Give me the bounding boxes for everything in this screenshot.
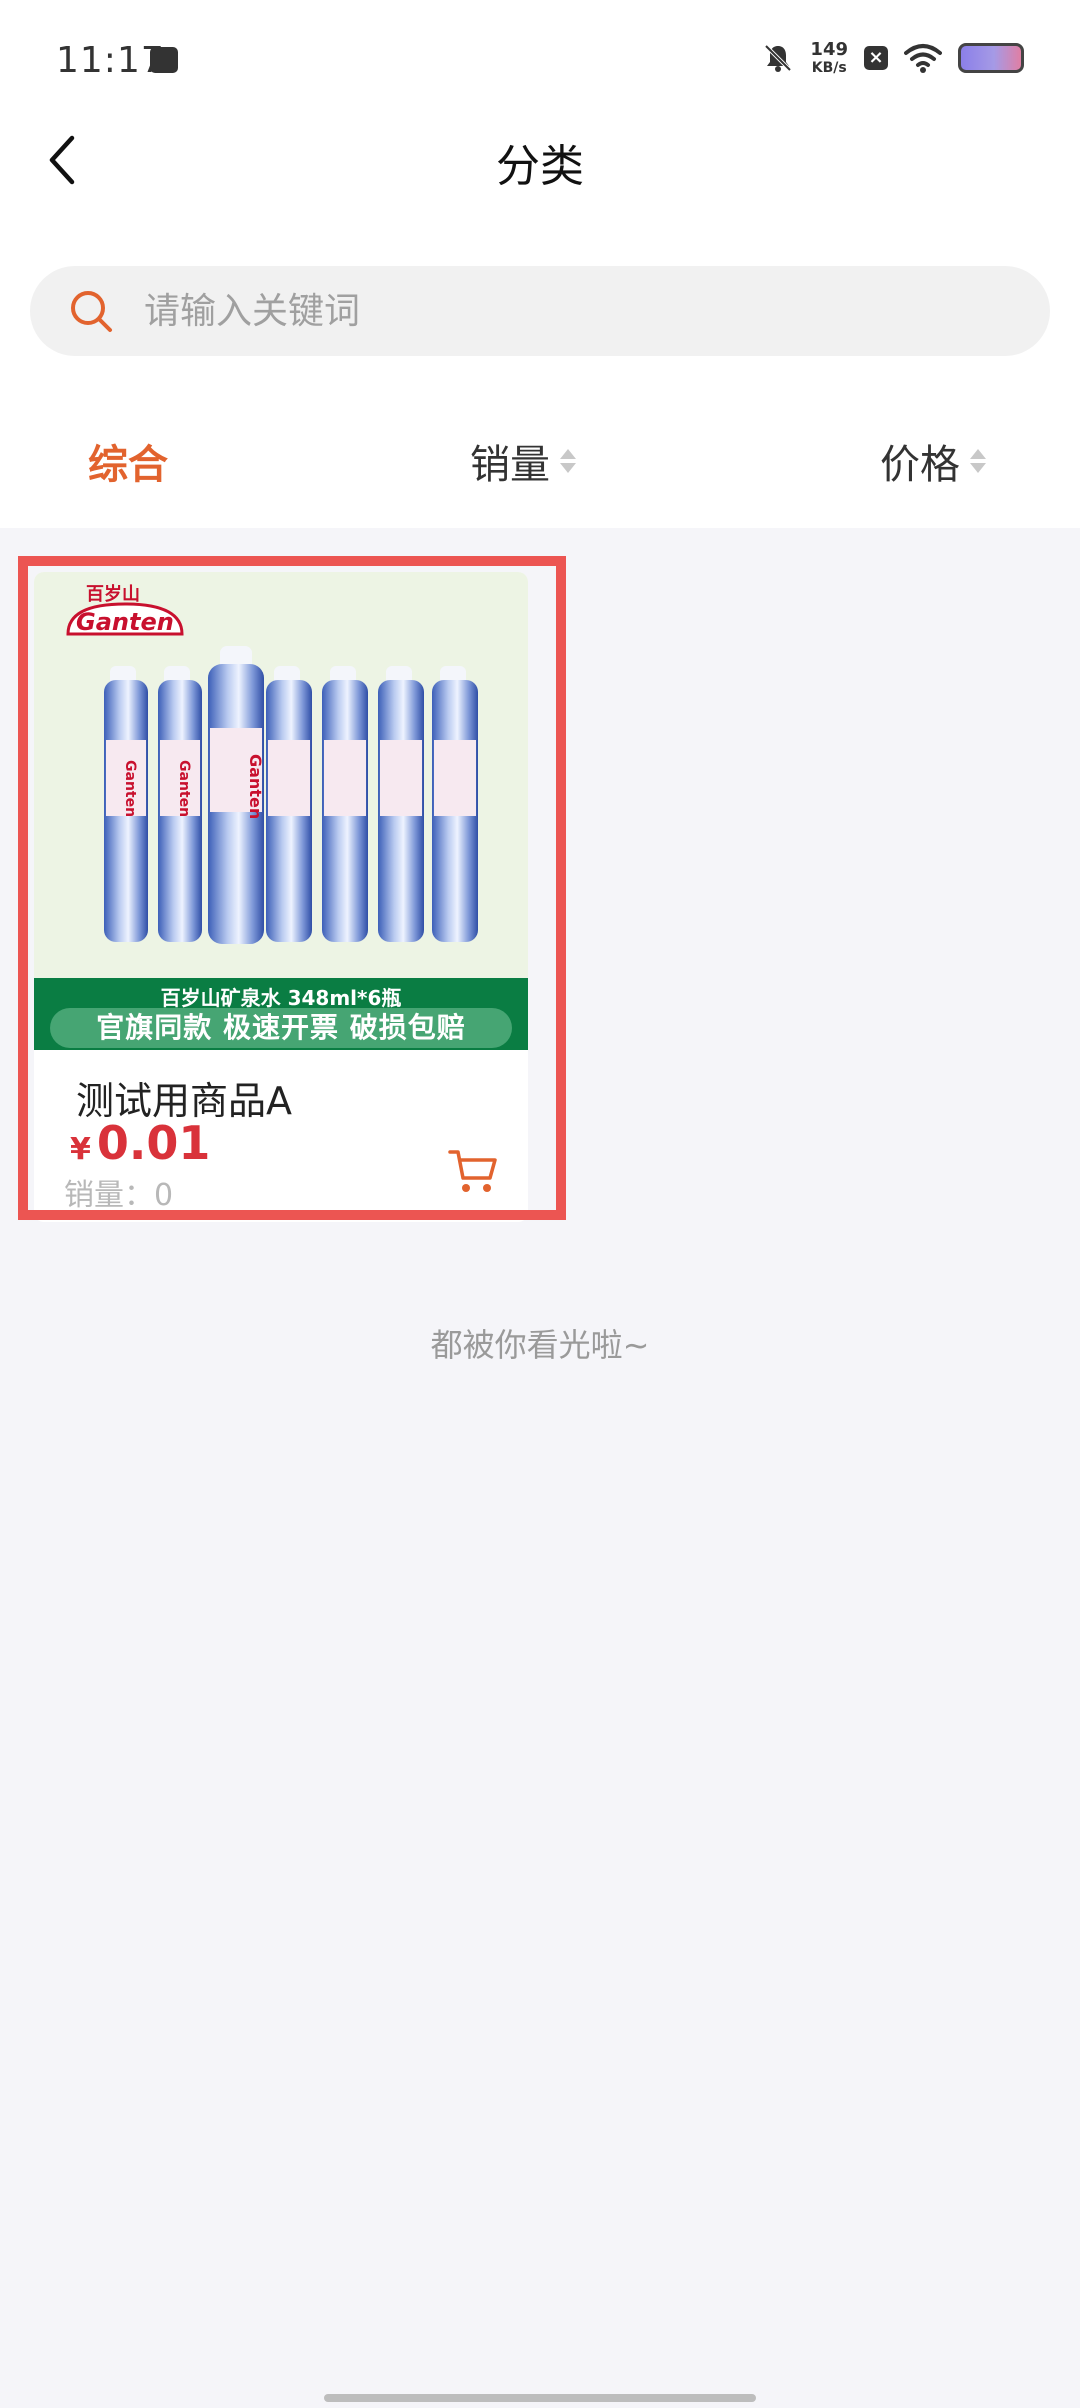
list-end-text: 都被你看光啦~ — [430, 1326, 650, 1364]
price-value: 0.01 — [96, 1116, 211, 1170]
product-card[interactable]: 百岁山 Ganten Ganten Ganten Ganten 百岁山矿泉水 3… — [34, 572, 528, 1222]
price-symbol: ¥ — [70, 1132, 91, 1167]
home-indicator[interactable] — [324, 2394, 756, 2402]
brand-logo: 百岁山 Ganten — [66, 582, 184, 636]
wifi-icon — [904, 44, 942, 73]
sort-tab-label: 销量 — [470, 442, 550, 488]
search-input[interactable] — [144, 266, 1004, 356]
search-icon — [71, 291, 112, 332]
status-icons: 149 KB/s × — [762, 38, 1024, 78]
battery-icon — [958, 43, 1024, 73]
banner-promo: 官旗同款 极速开票 破损包赔 — [50, 1008, 512, 1048]
sort-tab-label: 价格 — [880, 442, 960, 488]
net-speed: 149 KB/s — [810, 39, 848, 77]
product-sales: 销量：0 — [64, 1178, 174, 1213]
svg-text:Ganten: Ganten — [76, 608, 174, 636]
product-banner: 百岁山矿泉水 348ml*6瓶 官旗同款 极速开票 破损包赔 — [34, 978, 528, 1050]
product-image: 百岁山 Ganten Ganten Ganten Ganten 百岁山矿泉水 3… — [34, 572, 528, 1050]
notification-icon — [150, 47, 178, 73]
product-price: ¥ 0.01 — [70, 1116, 210, 1170]
svg-text:百岁山: 百岁山 — [86, 583, 140, 605]
sort-tab-sales[interactable]: 销量 — [470, 432, 576, 490]
sort-tab-label: 综合 — [88, 442, 168, 488]
svg-text:Ganten: Ganten — [176, 760, 192, 817]
search-bar[interactable] — [30, 266, 1050, 356]
sort-tab-price[interactable]: 价格 — [880, 432, 986, 490]
banner-title: 百岁山矿泉水 348ml*6瓶 — [160, 986, 402, 1010]
svg-text:Ganten: Ganten — [122, 760, 138, 817]
x-app-icon: × — [864, 46, 888, 70]
bottles-illustration: Ganten Ganten Ganten — [104, 646, 478, 944]
bell-off-icon — [765, 44, 792, 72]
sort-arrows-icon — [560, 446, 576, 476]
svg-text:Ganten: Ganten — [246, 754, 265, 819]
page-title: 分类 — [496, 141, 584, 192]
net-speed-unit: KB/s — [811, 60, 847, 76]
sort-tab-overall[interactable]: 综合 — [88, 432, 168, 490]
status-time: 11:17 — [56, 40, 165, 81]
add-to-cart-icon[interactable] — [446, 1144, 500, 1198]
net-speed-value: 149 — [810, 39, 848, 60]
sort-arrows-icon — [970, 446, 986, 476]
